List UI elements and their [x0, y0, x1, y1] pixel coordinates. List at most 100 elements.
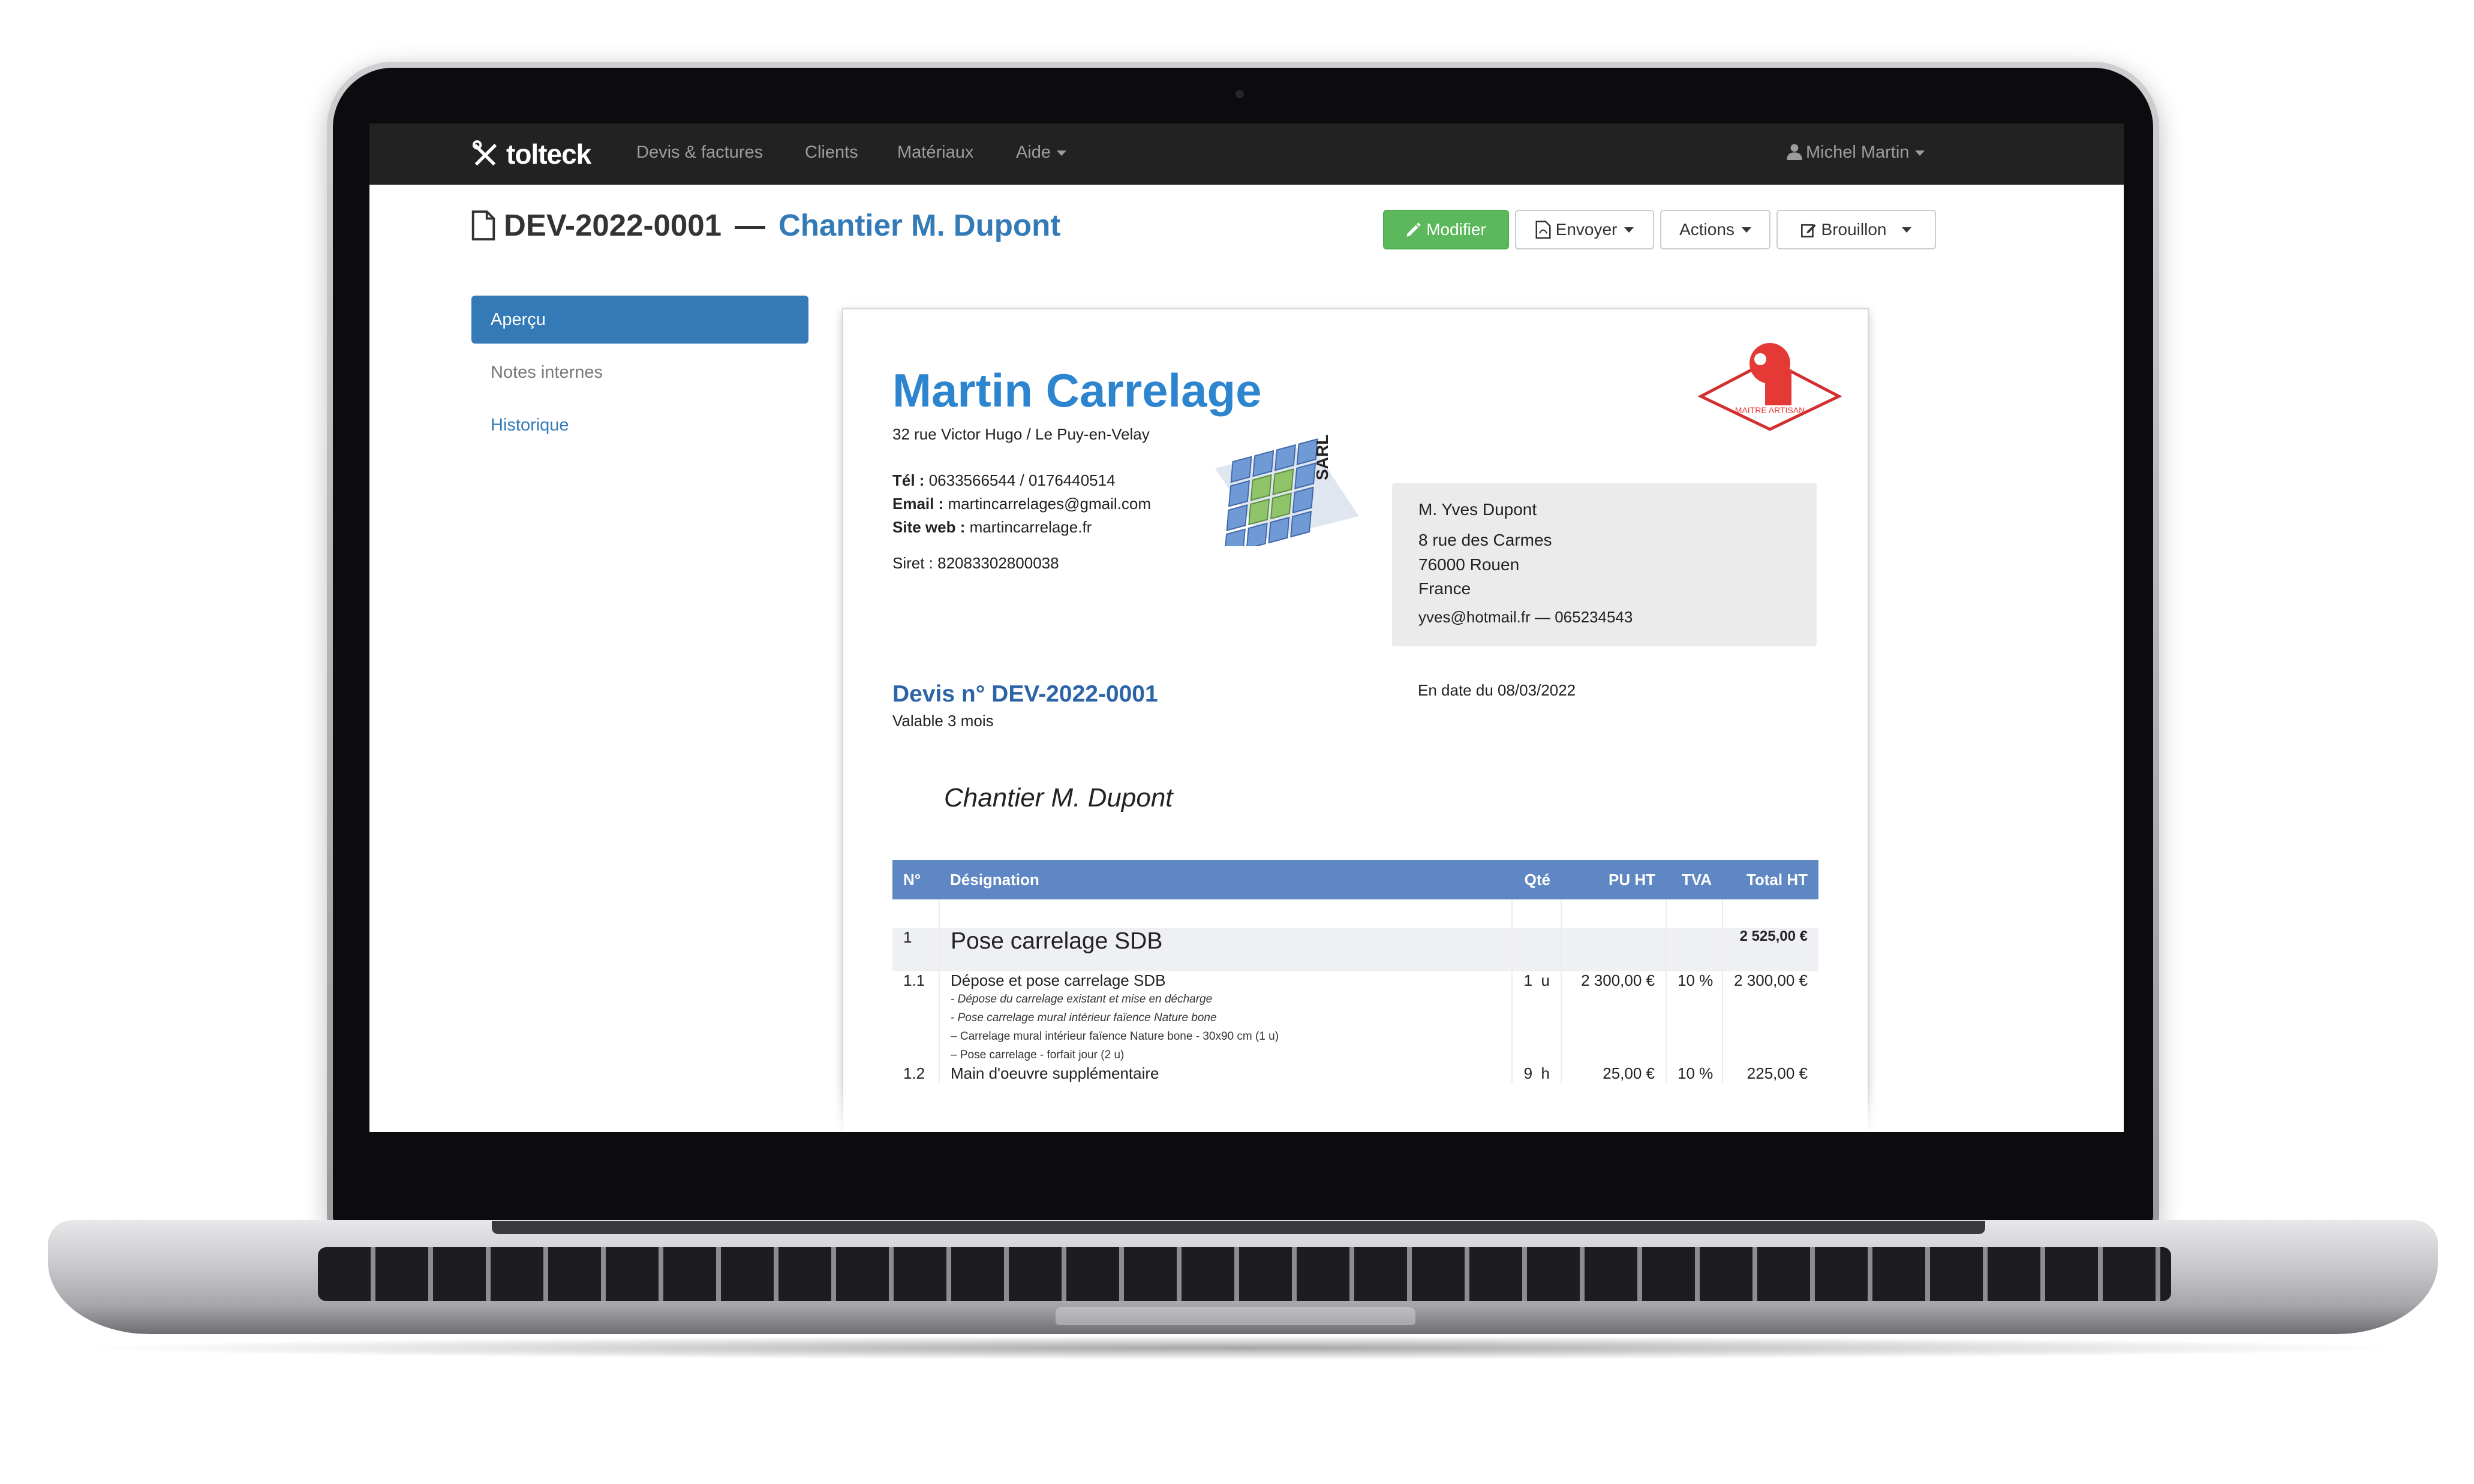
row-vat: 10 % — [1666, 1064, 1723, 1083]
table-row: 1.2 Main d'oeuvre supplémentaire 9 h 25,… — [892, 1064, 1818, 1083]
company-email: Email : martincarrelages@gmail.com — [892, 495, 1151, 513]
chevron-down-icon — [1902, 227, 1912, 233]
client-address-box: M. Yves Dupont 8 rue des Carmes 76000 Ro… — [1392, 483, 1817, 646]
artisan-text: MAITRE ARTISAN — [1735, 405, 1805, 415]
row-note: - Pose carrelage mural intérieur faïence… — [951, 1012, 1217, 1024]
table-section-row: 1 Pose carrelage SDB 2 525,00 € — [892, 928, 1818, 971]
section-num: 1 — [892, 928, 939, 971]
row-num: 1.2 — [903, 1064, 925, 1082]
status-dropdown[interactable]: Brouillon — [1776, 210, 1936, 249]
quote-validity: Valable 3 mois — [892, 712, 994, 730]
row-unit-price: 2 300,00 € — [1561, 971, 1666, 1064]
send-button[interactable]: Envoyer — [1515, 210, 1654, 249]
page-title: DEV-2022-0001 — Chantier M. Dupont — [471, 207, 1060, 243]
nav-aide-dropdown[interactable]: Aide — [1016, 143, 1067, 162]
table-spacer-row — [892, 899, 1818, 928]
edit-icon — [1800, 224, 1816, 237]
client-contact: yves@hotmail.fr — 065234543 — [1418, 608, 1633, 626]
chevron-down-icon — [1624, 227, 1634, 233]
send-label: Envoyer — [1555, 220, 1618, 239]
sidebar-item-notes-internes[interactable]: Notes internes — [471, 348, 808, 396]
table-row: 1.1 Dépose et pose carrelage SDB - Dépos… — [892, 971, 1818, 1064]
client-street: 8 rue des Carmes — [1418, 531, 1552, 549]
project-name: Chantier M. Dupont — [944, 783, 1173, 812]
quote-preview: Martin Carrelage 32 rue Victor Hugo / Le… — [842, 308, 1869, 1132]
modify-label: Modifier — [1426, 220, 1486, 239]
row-qty-cell: 9 h — [1511, 1064, 1561, 1083]
nav-materiaux[interactable]: Matériaux — [897, 143, 973, 162]
actions-label: Actions — [1679, 220, 1734, 239]
company-name: Martin Carrelage — [892, 364, 1262, 417]
user-icon — [1787, 144, 1802, 160]
col-header-designation: Désignation — [939, 860, 1512, 899]
trackpad — [1056, 1307, 1415, 1325]
row-unit: h — [1541, 1064, 1550, 1082]
nav-devis-factures[interactable]: Devis & factures — [636, 143, 763, 162]
chevron-down-icon — [1057, 150, 1067, 156]
row-note: - Dépose du carrelage existant et mise e… — [951, 993, 1213, 1006]
row-qty: 1 — [1523, 971, 1533, 989]
sidebar-item-apercu[interactable]: Aperçu — [471, 296, 808, 344]
nav-aide-label: Aide — [1016, 143, 1051, 162]
section-title: Pose carrelage SDB — [939, 928, 1512, 971]
row-unit: u — [1541, 971, 1550, 989]
maitre-artisan-logo: MAITRE ARTISAN — [1698, 343, 1842, 431]
sidebar: Aperçu Notes internes Historique — [471, 296, 808, 454]
client-country: France — [1418, 579, 1471, 598]
nav-clients[interactable]: Clients — [805, 143, 858, 162]
document-icon — [471, 210, 495, 240]
row-qty-cell: 1 u — [1511, 971, 1561, 1064]
company-siret: Siret : 82083302800038 — [892, 554, 1059, 572]
company-address: 32 rue Victor Hugo / Le Puy-en-Velay — [892, 425, 1150, 443]
row-designation: Main d'oeuvre supplémentaire — [939, 1064, 1512, 1083]
website-value: martincarrelage.fr — [969, 518, 1092, 536]
phone-label: Tél : — [892, 471, 925, 489]
row-num: 1.1 — [903, 971, 925, 989]
sidebar-item-historique[interactable]: Historique — [471, 401, 808, 449]
user-menu[interactable]: Michel Martin — [1787, 143, 1925, 162]
row-total: 225,00 € — [1722, 1064, 1818, 1083]
tools-icon — [472, 140, 497, 166]
company-phone: Tél : 0633566544 / 0176440514 — [892, 471, 1116, 490]
client-name: M. Yves Dupont — [1418, 500, 1537, 519]
row-subitem: – Pose carrelage - forfait jour (2 u) — [951, 1049, 1125, 1061]
col-header-unit-price: PU HT — [1561, 860, 1666, 899]
doc-reference: DEV-2022-0001 — [504, 208, 722, 242]
sarl-text: SARL — [1313, 435, 1331, 480]
row-total: 2 300,00 € — [1722, 971, 1818, 1064]
col-header-vat: TVA — [1666, 860, 1723, 899]
section-total: 2 525,00 € — [1722, 928, 1818, 971]
quote-lines-table: N° Désignation Qté PU HT TVA Total HT 1 … — [892, 860, 1818, 1083]
webcam — [1236, 90, 1244, 98]
phone-value: 0633566544 / 0176440514 — [928, 471, 1116, 489]
doc-title: Chantier M. Dupont — [778, 208, 1061, 242]
company-website: Site web : martincarrelage.fr — [892, 518, 1092, 537]
brand-logo[interactable]: tolteck — [471, 139, 591, 170]
user-name: Michel Martin — [1806, 143, 1910, 162]
screen-fade — [369, 1083, 2124, 1132]
client-city: 76000 Rouen — [1418, 555, 1520, 574]
email-value: martincarrelages@gmail.com — [948, 495, 1151, 513]
quote-number: Devis n° DEV-2022-0001 — [892, 681, 1158, 707]
laptop-hinge — [492, 1221, 1985, 1234]
sarl-tiles-logo: SARL — [1215, 435, 1359, 546]
app-screen: tolteck Devis & factures Clients Matéria… — [369, 124, 2124, 1132]
modify-button[interactable]: Modifier — [1383, 210, 1509, 249]
pdf-file-icon — [1535, 221, 1551, 239]
row-qty: 9 — [1523, 1064, 1533, 1082]
keyboard — [318, 1247, 2171, 1301]
website-label: Site web : — [892, 518, 966, 536]
chevron-down-icon — [1741, 227, 1751, 233]
quote-date: En date du 08/03/2022 — [1418, 681, 1576, 699]
title-separator: — — [734, 208, 765, 242]
table-header-row: N° Désignation Qté PU HT TVA Total HT — [892, 860, 1818, 899]
status-label: Brouillon — [1821, 220, 1887, 239]
navbar: tolteck Devis & factures Clients Matéria… — [369, 124, 2124, 185]
email-label: Email : — [892, 495, 944, 513]
actions-button[interactable]: Actions — [1660, 210, 1770, 249]
col-header-num: N° — [892, 860, 939, 899]
row-subitem: – Carrelage mural intérieur faïence Natu… — [951, 1030, 1279, 1043]
col-header-qty: Qté — [1512, 860, 1561, 899]
brand-name: tolteck — [506, 139, 591, 170]
laptop-shadow — [72, 1336, 2411, 1360]
